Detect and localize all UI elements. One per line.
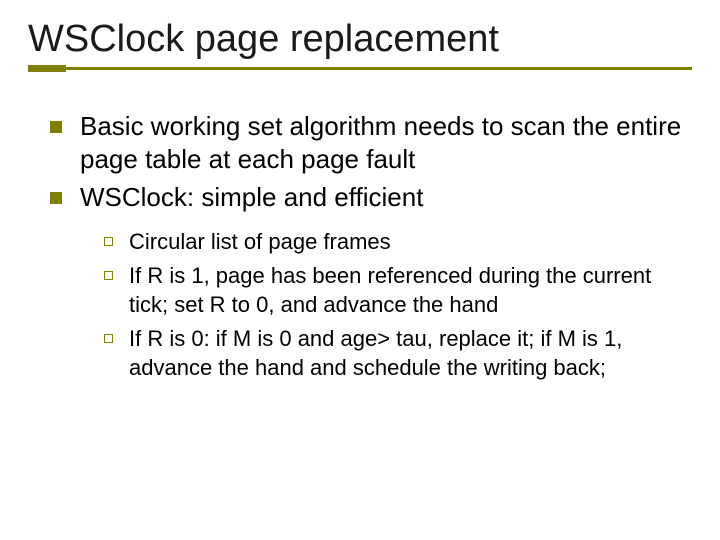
title-block: WSClock page replacement	[28, 18, 692, 70]
hollow-square-bullet-icon	[104, 237, 113, 246]
hollow-square-bullet-icon	[104, 271, 113, 280]
sub-bullet-group: Circular list of page frames If R is 1, …	[50, 220, 692, 383]
bullet-text: WSClock: simple and efficient	[80, 181, 423, 214]
sub-bullet-text: If R is 1, page has been referenced duri…	[129, 262, 692, 319]
sub-bullet-text: Circular list of page frames	[129, 228, 391, 257]
bullet-level2: If R is 0: if M is 0 and age> tau, repla…	[104, 325, 692, 382]
sub-bullet-text: If R is 0: if M is 0 and age> tau, repla…	[129, 325, 692, 382]
bullet-level1: WSClock: simple and efficient	[50, 181, 692, 214]
title-underline-accent	[28, 65, 66, 72]
square-bullet-icon	[50, 121, 62, 133]
body-content: Basic working set algorithm needs to sca…	[28, 100, 692, 382]
slide: WSClock page replacement Basic working s…	[0, 0, 720, 540]
slide-title: WSClock page replacement	[28, 18, 692, 67]
bullet-level1: Basic working set algorithm needs to sca…	[50, 110, 692, 175]
title-underline	[28, 67, 692, 70]
bullet-level2: If R is 1, page has been referenced duri…	[104, 262, 692, 319]
bullet-level2: Circular list of page frames	[104, 228, 692, 257]
hollow-square-bullet-icon	[104, 334, 113, 343]
square-bullet-icon	[50, 192, 62, 204]
bullet-text: Basic working set algorithm needs to sca…	[80, 110, 692, 175]
